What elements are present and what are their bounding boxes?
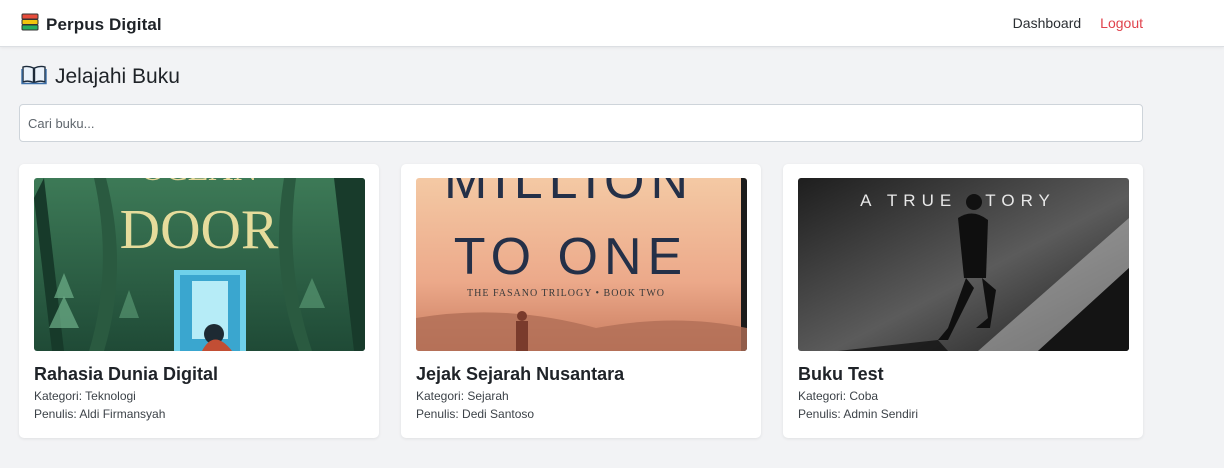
book-cover-image[interactable]: A TRUE STORY (798, 178, 1129, 351)
cover-title: A TRUE STORY (860, 191, 1056, 210)
book-category: Kategori: Teknologi (34, 389, 136, 403)
cover-subtitle: THE FASANO TRILOGY • BOOK TWO (467, 288, 665, 299)
cover-title: DOOR (120, 199, 279, 261)
book-title[interactable]: Jejak Sejarah Nusantara (416, 364, 624, 385)
cover-title: TO ONE (454, 228, 688, 286)
brand-title: Perpus Digital (46, 14, 162, 34)
cover-title-top: OCEAN (140, 178, 257, 188)
nav-links: Dashboard Logout (1013, 15, 1143, 31)
book-card[interactable]: OCEAN DOOR Rahasia Dunia Digital Kategor… (19, 164, 379, 438)
brand[interactable]: Perpus Digital (21, 13, 162, 36)
open-book-icon (21, 63, 47, 90)
book-author: Penulis: Admin Sendiri (798, 407, 919, 421)
book-category: Kategori: Coba (798, 389, 879, 403)
book-cover-image[interactable]: MILLION TO ONE THE FASANO TRILOGY • BOOK… (416, 178, 747, 351)
book-author: Penulis: Aldi Firmansyah (34, 407, 166, 421)
nav-logout-link[interactable]: Logout (1100, 15, 1143, 31)
page-title: Jelajahi Buku (55, 64, 180, 88)
book-cover-image[interactable]: OCEAN DOOR (34, 178, 365, 351)
book-card[interactable]: MILLION TO ONE THE FASANO TRILOGY • BOOK… (401, 164, 761, 438)
search-input[interactable] (19, 104, 1143, 142)
book-card[interactable]: A TRUE STORY Buku Test Kategori: Coba Pe… (783, 164, 1143, 438)
book-category: Kategori: Sejarah (416, 389, 509, 403)
top-navbar: Perpus Digital Dashboard Logout (0, 0, 1224, 47)
nav-dashboard-link[interactable]: Dashboard (1013, 15, 1082, 31)
page-heading: Jelajahi Buku (21, 63, 180, 90)
book-title[interactable]: Buku Test (798, 364, 884, 385)
book-title[interactable]: Rahasia Dunia Digital (34, 364, 218, 385)
books-icon (21, 13, 39, 36)
book-author: Penulis: Dedi Santoso (416, 407, 535, 421)
cover-title-top: MILLION (444, 178, 694, 210)
